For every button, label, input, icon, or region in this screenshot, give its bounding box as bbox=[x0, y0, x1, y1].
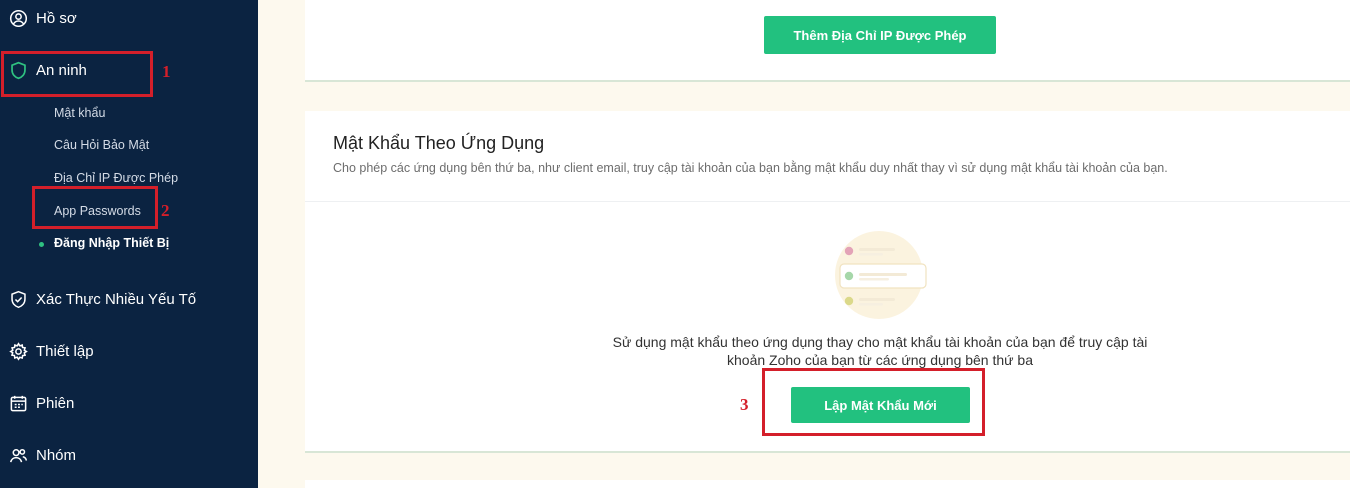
annotation-number-1: 1 bbox=[162, 62, 171, 81]
users-icon bbox=[8, 445, 28, 465]
card-divider bbox=[305, 201, 1350, 202]
sidebar-subitem-allowed-ip[interactable]: Địa Chỉ IP Được Phép bbox=[54, 171, 178, 185]
empty-text-line-2: khoản Zoho của bạn từ các ứng dụng bên t… bbox=[727, 352, 1033, 368]
sidebar-item-mfa[interactable]: Xác Thực Nhiều Yếu Tố bbox=[0, 281, 258, 317]
active-indicator-dot bbox=[39, 242, 44, 247]
annotation-box-2 bbox=[32, 186, 158, 229]
sidebar-item-sessions[interactable]: Phiên bbox=[0, 385, 258, 421]
sidebar-item-settings[interactable]: Thiết lập bbox=[0, 333, 258, 369]
app-passwords-empty-text: Sử dụng mật khẩu theo ứng dụng thay cho … bbox=[580, 333, 1180, 369]
add-allowed-ip-button[interactable]: Thêm Địa Chỉ IP Được Phép bbox=[764, 16, 996, 54]
sidebar-item-label: Xác Thực Nhiều Yếu Tố bbox=[36, 290, 197, 308]
app-passwords-illustration bbox=[835, 231, 927, 319]
sidebar-subitem-device-logins[interactable]: Đăng Nhập Thiết Bị bbox=[54, 236, 169, 250]
sidebar-item-profile[interactable]: Hồ sơ bbox=[0, 0, 258, 36]
sidebar-item-label: Phiên bbox=[36, 394, 75, 412]
gear-icon bbox=[8, 341, 28, 361]
calendar-icon bbox=[8, 393, 28, 413]
shield-check-icon bbox=[8, 289, 28, 309]
sidebar-item-label: Nhóm bbox=[36, 446, 77, 464]
empty-text-line-1: Sử dụng mật khẩu theo ứng dụng thay cho … bbox=[612, 334, 1148, 350]
next-card bbox=[305, 480, 1350, 488]
app-passwords-title: Mật Khẩu Theo Ứng Dụng bbox=[333, 133, 545, 153]
app-passwords-description: Cho phép các ứng dụng bên thứ ba, như cl… bbox=[333, 161, 1168, 175]
annotation-box-3 bbox=[762, 368, 985, 436]
sidebar-subitem-security-questions[interactable]: Câu Hỏi Bảo Mật bbox=[54, 138, 149, 152]
annotation-number-2: 2 bbox=[161, 201, 170, 220]
sidebar-item-label: Thiết lập bbox=[36, 342, 94, 360]
sidebar-subitem-password[interactable]: Mật khẩu bbox=[54, 106, 105, 120]
annotation-number-3: 3 bbox=[740, 395, 749, 414]
user-circle-icon bbox=[8, 8, 28, 28]
annotation-box-1 bbox=[1, 51, 153, 97]
sidebar-item-label: Hồ sơ bbox=[36, 9, 77, 27]
sidebar-item-groups[interactable]: Nhóm bbox=[0, 437, 258, 473]
